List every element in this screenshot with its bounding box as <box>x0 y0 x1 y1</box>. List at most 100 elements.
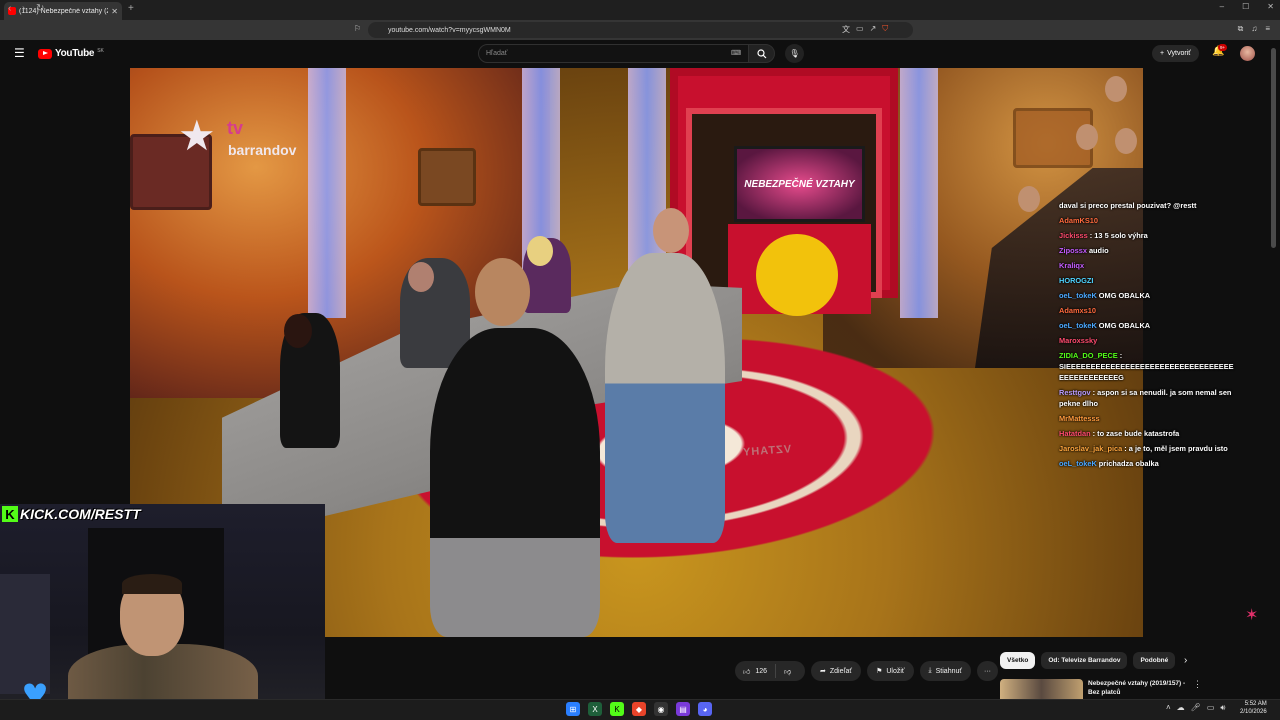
browser-menu-icon[interactable]: ≡ <box>1265 24 1270 34</box>
brave-browser-icon[interactable]: ◆ <box>632 702 646 716</box>
search-button[interactable] <box>748 44 775 63</box>
watermark-name: barrandov <box>228 142 297 158</box>
chat-username: oeL_tokeK <box>1059 459 1097 468</box>
video-actions: ➦ Zdieľať ⚑ Uložiť ⤓ Stiahnuť ··· <box>811 661 999 681</box>
share-button[interactable]: ➦ Zdieľať <box>811 661 862 681</box>
chat-message: oeL_tokeK OMG OBALKA <box>1059 320 1234 331</box>
chat-message: Kraliqx <box>1059 260 1234 271</box>
twitch-icon[interactable]: ▤ <box>676 702 690 716</box>
reload-icon[interactable]: ↻ <box>36 3 44 14</box>
display-icon[interactable]: ▭ <box>1207 703 1215 713</box>
hamburger-menu-icon[interactable]: ☰ <box>14 46 25 60</box>
taskbar-apps: ⊞ X K ◆ ◉ ▤ ◕ <box>566 702 712 716</box>
tray-chevron-icon[interactable]: ˄ <box>1166 703 1171 713</box>
excel-icon[interactable]: X <box>588 702 602 716</box>
chat-text: audio <box>1088 246 1109 255</box>
forward-icon[interactable]: › <box>22 3 25 14</box>
audience-member <box>1115 128 1137 154</box>
new-tab-icon[interactable]: + <box>128 3 134 14</box>
chevron-right-icon[interactable]: › <box>1184 655 1187 666</box>
chat-message: Zipossx audio <box>1059 245 1234 256</box>
window-controls: – ☐ ✕ <box>1220 2 1274 11</box>
audience-member <box>1076 124 1098 150</box>
media-icon[interactable]: ♫ <box>1251 24 1257 34</box>
guest-black-shirt <box>430 328 600 637</box>
show-host-head <box>653 208 689 253</box>
chat-message: ZIDIA_DO_PECE: SIEEEEEEEEEEEEEEEEEEEEEEE… <box>1059 350 1234 383</box>
browser-tab-bar <box>0 0 1280 20</box>
account-avatar[interactable] <box>1240 46 1255 61</box>
chat-message: Resttgov: aspon si sa nenudil. ja som ne… <box>1059 387 1234 409</box>
chat-username: oeL_tokeK <box>1059 321 1097 330</box>
webcam-overlay: ♥ <box>0 504 325 720</box>
save-icon: ⚑ <box>876 668 883 675</box>
save-button[interactable]: ⚑ Uložiť <box>867 661 914 681</box>
thumbs-up-icon: 👍︎ <box>743 668 751 676</box>
chip-related[interactable]: Podobné <box>1133 652 1176 669</box>
clock-date: 2/10/2026 <box>1240 709 1267 715</box>
search-placeholder: Hľadať <box>486 50 508 57</box>
chat-username: Maroxssky <box>1059 336 1098 345</box>
chat-message: AdamKS10 <box>1059 215 1234 226</box>
download-label: Stiahnuť <box>935 667 963 675</box>
guest-man-head <box>408 262 434 292</box>
chip-from-channel[interactable]: Od: Televize Barrandov <box>1041 652 1128 669</box>
cast-icon[interactable]: ▭ <box>856 24 864 35</box>
recommendation-title[interactable]: Nebezpečné vztahy (2019/157) - Bez platc… <box>1088 679 1186 697</box>
windows-start-icon[interactable]: ⊞ <box>566 702 580 716</box>
speech-bubble-decor <box>418 148 476 206</box>
studio-tv-screen: NEBEZPEČNÉ VZTAHY <box>734 146 865 222</box>
create-label: Vytvoriť <box>1167 50 1191 57</box>
volume-icon[interactable]: 🔊︎ <box>1220 703 1225 713</box>
bookmark-icon[interactable]: ⚐ <box>354 24 361 33</box>
share-page-icon[interactable]: ↗ <box>870 24 877 35</box>
tab-title: (1124) Nebezpečné vztahy (2 <box>19 7 109 15</box>
close-tab-icon[interactable]: ✕ <box>111 7 118 16</box>
discord-icon[interactable]: ◕ <box>698 702 712 716</box>
extension-icons: ⧉ ♫ ≡ <box>1238 24 1270 34</box>
chat-message: Jickisss: 13 5 solo výhra <box>1059 230 1234 241</box>
minimize-icon[interactable]: – <box>1220 2 1224 11</box>
download-button[interactable]: ⤓ Stiahnuť <box>919 661 972 681</box>
chat-text: OMG OBALKA <box>1098 291 1151 300</box>
chip-all[interactable]: Všetko <box>1000 652 1036 669</box>
show-host <box>605 253 725 543</box>
country-code: SK <box>97 47 104 54</box>
chat-username: Hatatdan <box>1059 429 1091 438</box>
address-bar[interactable]: youtube.com/watch?v=myycsgWMN0M <box>368 22 913 38</box>
obs-icon[interactable]: ◉ <box>654 702 668 716</box>
search-icon <box>756 48 766 58</box>
close-window-icon[interactable]: ✕ <box>1267 2 1274 11</box>
kick-app-icon[interactable]: K <box>610 702 624 716</box>
keyboard-icon[interactable]: ⌨ <box>731 49 741 57</box>
cloud-icon[interactable]: ☁ <box>1177 703 1185 713</box>
share-icon: ➦ <box>820 668 826 675</box>
thumbs-down-icon: 👎︎ <box>784 668 792 676</box>
back-icon[interactable]: ‹ <box>8 3 11 14</box>
url-text: youtube.com/watch?v=myycsgWMN0M <box>388 26 511 34</box>
more-actions-button[interactable]: ··· <box>977 661 999 681</box>
create-button[interactable]: + Vytvoriť <box>1152 45 1199 62</box>
page-scrollbar[interactable] <box>1271 48 1276 248</box>
extensions-icon[interactable]: ⧉ <box>1238 24 1244 34</box>
more-icon: ··· <box>984 667 992 675</box>
audience-member <box>1018 186 1040 212</box>
kick-channel-url: KICK.COM/RESTT <box>20 506 141 522</box>
youtube-logo[interactable]: YouTube SK <box>38 48 104 59</box>
like-button[interactable]: 👍︎ 126 <box>735 664 777 678</box>
search-input[interactable]: Hľadať <box>478 44 749 63</box>
recommendation-filter-chips: Všetko Od: Televize Barrandov Podobné <box>1000 652 1176 669</box>
brave-shield-icon[interactable]: ⛉ <box>882 24 888 35</box>
taskbar-clock[interactable]: 5:52 AM 2/10/2026 <box>1240 700 1267 716</box>
microphone-icon: 🎙 <box>789 49 800 58</box>
voice-search-button[interactable]: 🎙 <box>785 44 804 63</box>
save-label: Uložiť <box>886 667 905 675</box>
chat-username: HOROGZI <box>1059 276 1094 285</box>
microphone-tray-icon[interactable]: 🎤︎ <box>1191 703 1201 713</box>
translate-icon[interactable]: 文 <box>842 24 850 35</box>
kebab-menu-icon[interactable]: ⋮ <box>1193 679 1202 690</box>
chat-message: Jaroslav_jak_pica: a je to, měl jsem pra… <box>1059 443 1234 454</box>
like-count: 126 <box>755 667 768 675</box>
maximize-icon[interactable]: ☐ <box>1242 2 1249 11</box>
dislike-button[interactable]: 👎︎ <box>776 667 799 676</box>
